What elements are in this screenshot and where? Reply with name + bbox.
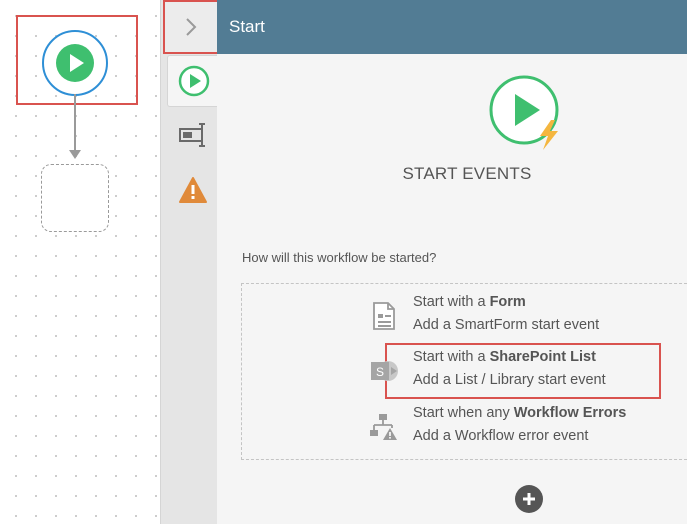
- start-node[interactable]: [42, 30, 108, 96]
- start-events-title: START EVENTS: [402, 164, 532, 183]
- option-sharepoint-title: Start with a SharePoint List: [413, 349, 596, 365]
- start-play-icon: [178, 65, 209, 97]
- option-sharepoint-description: Add a List / Library start event: [413, 372, 606, 388]
- svg-text:S: S: [376, 365, 384, 379]
- workflow-start-question: How will this workflow be started?: [242, 250, 437, 265]
- option-form-description: Add a SmartForm start event: [413, 317, 600, 333]
- option-errors-title: Start when any Workflow Errors: [413, 405, 627, 421]
- option-start-with-form[interactable]: Start with a Form Add a SmartForm start …: [367, 294, 657, 338]
- form-document-icon: [373, 302, 395, 330]
- panel-header: Start: [217, 0, 687, 54]
- collapse-panel-button[interactable]: [163, 0, 219, 54]
- start-panel-body: START EVENTS How will this workflow be s…: [217, 54, 687, 524]
- option-form-title: Start with a Form: [413, 294, 526, 310]
- chevron-right-icon: [186, 18, 197, 36]
- tab-start[interactable]: [167, 55, 219, 107]
- start-events-icon: [489, 75, 559, 150]
- tab-input[interactable]: [167, 110, 218, 160]
- panel-title: Start: [229, 17, 265, 36]
- panel-tab-strip: [160, 0, 219, 524]
- connector-arrow-icon: [69, 150, 81, 159]
- workflow-canvas[interactable]: [0, 0, 160, 524]
- add-start-event-button[interactable]: [515, 485, 543, 513]
- sharepoint-icon: S: [371, 361, 398, 381]
- input-field-icon: [178, 123, 205, 147]
- option-errors-description: Add a Workflow error event: [413, 428, 589, 444]
- play-icon: [56, 44, 94, 82]
- connector-line: [74, 94, 76, 152]
- workflow-error-icon: [370, 414, 397, 440]
- empty-step-placeholder[interactable]: [41, 164, 109, 232]
- start-node-highlight: [16, 15, 138, 105]
- option-start-with-sharepoint-list[interactable]: S Start with a SharePoint List Add a Lis…: [367, 349, 657, 393]
- option-start-on-workflow-errors[interactable]: Start when any Workflow Errors Add a Wor…: [367, 405, 657, 449]
- plus-icon: [523, 493, 535, 505]
